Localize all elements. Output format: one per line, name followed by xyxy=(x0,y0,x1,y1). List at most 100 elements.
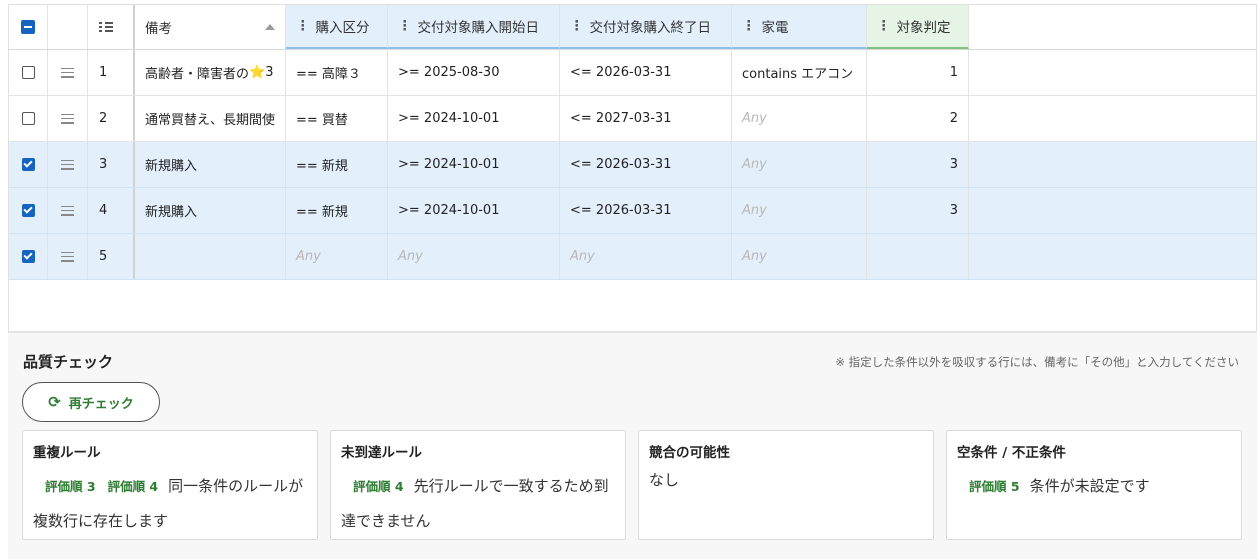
column-menu-icon[interactable]: ⋮ xyxy=(742,18,756,34)
quality-check-note: ※ 指定した条件以外を吸収する行には、備考に「その他」と入力してください xyxy=(835,355,1239,369)
end-cell[interactable]: <= 2026-03-31 xyxy=(560,188,732,233)
table-row[interactable]: 4 新規購入 == 新規 >= 2024-10-01 <= 2026-03-31… xyxy=(9,188,1256,234)
order-tag: 評価順 3 xyxy=(45,479,96,494)
card-body: 評価順 4 先行ルールで一致するため到達できません xyxy=(341,469,615,538)
row-select-cell xyxy=(9,188,48,233)
kaden-cell[interactable]: Any xyxy=(732,234,867,279)
refresh-icon: ⟳ xyxy=(48,393,61,411)
row-number: 3 xyxy=(88,142,135,187)
row-checkbox[interactable] xyxy=(21,204,35,217)
drag-handle-icon[interactable] xyxy=(61,251,74,262)
kaden-cell[interactable]: contains エアコン xyxy=(732,50,867,95)
card-title: 未到達ルール xyxy=(341,445,422,461)
row-checkbox[interactable] xyxy=(21,250,35,263)
row-number: 2 xyxy=(88,96,135,141)
header-drag-col xyxy=(48,5,88,49)
note-text: 高齢者・障害者の xyxy=(145,67,250,82)
kaden-cell[interactable]: Any xyxy=(732,96,867,141)
header-end-label: 交付対象購入終了日 xyxy=(589,20,712,36)
kaden-cell[interactable]: Any xyxy=(732,188,867,233)
card-body: 評価順 5 条件が未設定です xyxy=(957,469,1231,504)
drag-cell xyxy=(48,50,88,95)
filler-cell xyxy=(969,234,1256,279)
order-tag: 評価順 4 xyxy=(107,479,159,494)
column-menu-icon[interactable]: ⋮ xyxy=(877,18,891,34)
end-cell[interactable]: <= 2026-03-31 xyxy=(560,50,732,95)
select-all-checkbox[interactable] xyxy=(21,20,35,34)
drag-handle-icon[interactable] xyxy=(61,113,74,124)
kubun-cell[interactable]: Any xyxy=(286,234,388,279)
header-kubun[interactable]: ⋮ 購入区分 xyxy=(286,5,388,49)
column-menu-icon[interactable]: ⋮ xyxy=(398,18,412,34)
quality-check-panel: 品質チェック ※ 指定した条件以外を吸収する行には、備考に「その他」と入力してく… xyxy=(8,332,1257,559)
card-text: なし xyxy=(649,471,680,489)
sort-ascending-icon[interactable] xyxy=(265,24,275,30)
header-judge[interactable]: ⋮ 対象判定 xyxy=(867,5,969,49)
rule-grid: 備考 ⋮ 購入区分 ⋮ 交付対象購入開始日 ⋮ 交付対象購入終了日 ⋮ 家電 ⋮… xyxy=(8,4,1257,332)
filler-cell xyxy=(969,188,1256,233)
recheck-button[interactable]: ⟳ 再チェック xyxy=(22,382,160,422)
order-tag: 評価順 4 xyxy=(353,479,404,494)
judge-cell[interactable]: 2 xyxy=(867,96,969,141)
table-row[interactable]: 3 新規購入 == 新規 >= 2024-10-01 <= 2026-03-31… xyxy=(9,142,1256,188)
filler-cell xyxy=(969,96,1256,141)
start-cell[interactable]: >= 2024-10-01 xyxy=(388,96,560,141)
kubun-cell[interactable]: == 買替 xyxy=(286,96,388,141)
kubun-cell[interactable]: == 新規 xyxy=(286,188,388,233)
kubun-cell[interactable]: == 高障３ xyxy=(286,50,388,95)
header-start[interactable]: ⋮ 交付対象購入開始日 xyxy=(388,5,560,49)
header-note-label: 備考 xyxy=(145,21,172,37)
judge-cell[interactable]: 1 xyxy=(867,50,969,95)
start-cell[interactable]: >= 2025-08-30 xyxy=(388,50,560,95)
start-cell[interactable]: Any xyxy=(388,234,560,279)
column-menu-icon[interactable]: ⋮ xyxy=(296,18,310,34)
note-cell[interactable]: 新規購入 xyxy=(135,142,286,187)
row-number: 1 xyxy=(88,50,135,95)
end-cell[interactable]: Any xyxy=(560,234,732,279)
drag-handle-icon[interactable] xyxy=(61,159,74,170)
table-row[interactable]: 1 高齢者・障害者の ⭐ 3 == 高障３ >= 2025-08-30 <= 202… xyxy=(9,50,1256,96)
start-cell[interactable]: >= 2024-10-01 xyxy=(388,188,560,233)
drag-cell xyxy=(48,188,88,233)
note-cell[interactable]: 高齢者・障害者の ⭐ 3 xyxy=(135,50,286,95)
judge-cell[interactable] xyxy=(867,234,969,279)
header-row-number[interactable] xyxy=(88,5,135,49)
kubun-cell[interactable]: == 新規 xyxy=(286,142,388,187)
duplicate-rule-card: 重複ルール 評価順 3 評価順 4 同一条件のルールが複数行に存在します xyxy=(22,430,318,540)
unreachable-rule-card: 未到達ルール 評価順 4 先行ルールで一致するため到達できません xyxy=(330,430,626,540)
order-tag: 評価順 5 xyxy=(969,479,1020,494)
header-note[interactable]: 備考 xyxy=(135,5,286,49)
end-cell[interactable]: <= 2027-03-31 xyxy=(560,96,732,141)
column-menu-icon[interactable]: ⋮ xyxy=(570,18,584,34)
row-number: 4 xyxy=(88,188,135,233)
filler-cell xyxy=(969,50,1256,95)
table-row[interactable]: 2 通常買替え、長期間使 == 買替 >= 2024-10-01 <= 2027… xyxy=(9,96,1256,142)
drag-handle-icon[interactable] xyxy=(61,205,74,216)
card-body: 評価順 3 評価順 4 同一条件のルールが複数行に存在します xyxy=(33,469,307,538)
card-title: 重複ルール xyxy=(33,445,101,461)
header-kaden[interactable]: ⋮ 家電 xyxy=(732,5,867,49)
judge-cell[interactable]: 3 xyxy=(867,188,969,233)
note-text-tail: 3 xyxy=(265,65,274,80)
quality-check-title: 品質チェック xyxy=(23,353,114,371)
drag-cell xyxy=(48,234,88,279)
row-checkbox[interactable] xyxy=(21,112,35,125)
grid-header: 備考 ⋮ 購入区分 ⋮ 交付対象購入開始日 ⋮ 交付対象購入終了日 ⋮ 家電 ⋮… xyxy=(9,4,1256,50)
row-checkbox[interactable] xyxy=(21,158,35,171)
note-cell[interactable] xyxy=(135,234,286,279)
row-select-cell xyxy=(9,96,48,141)
header-select-all[interactable] xyxy=(9,5,48,49)
end-cell[interactable]: <= 2026-03-31 xyxy=(560,142,732,187)
kaden-cell[interactable]: Any xyxy=(732,142,867,187)
note-cell[interactable]: 新規購入 xyxy=(135,188,286,233)
star-icon: ⭐ xyxy=(249,65,266,80)
drag-handle-icon[interactable] xyxy=(61,67,74,78)
header-end[interactable]: ⋮ 交付対象購入終了日 xyxy=(560,5,732,49)
judge-cell[interactable]: 3 xyxy=(867,142,969,187)
note-cell[interactable]: 通常買替え、長期間使 xyxy=(135,96,286,141)
header-kaden-label: 家電 xyxy=(761,20,789,36)
start-cell[interactable]: >= 2024-10-01 xyxy=(388,142,560,187)
row-checkbox[interactable] xyxy=(21,66,35,79)
table-row[interactable]: 5 Any Any Any Any xyxy=(9,234,1256,280)
header-kubun-label: 購入区分 xyxy=(315,20,370,36)
